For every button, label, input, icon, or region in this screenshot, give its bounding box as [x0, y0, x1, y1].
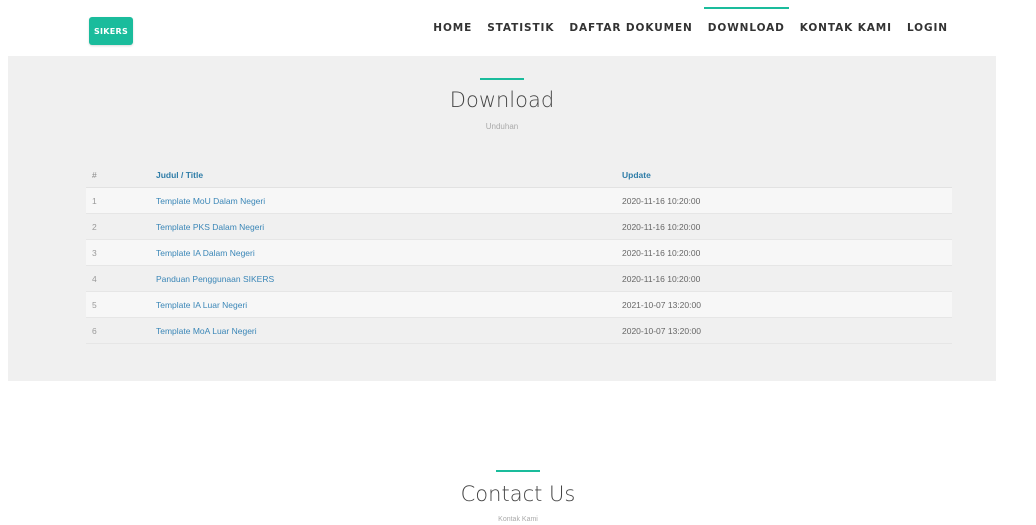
row-number: 1	[92, 195, 97, 206]
row-number: 3	[92, 247, 97, 258]
nav-item-kontak-kami[interactable]: KONTAK KAMI	[800, 0, 892, 56]
nav-item-home[interactable]: HOME	[433, 0, 472, 56]
row-title: Panduan Penggunaan SIKERS	[156, 274, 622, 284]
row-update: 2020-11-16 10:20:00	[622, 195, 701, 206]
table-row: 6 Template MoA Luar Negeri 2020-10-07 13…	[86, 318, 952, 344]
nav-item-statistik[interactable]: STATISTIK	[487, 0, 554, 56]
table-row: 2 Template PKS Dalam Negeri 2020-11-16 1…	[86, 214, 952, 240]
row-update: 2021-10-07 13:20:00	[622, 299, 701, 310]
table-row: 5 Template IA Luar Negeri 2021-10-07 13:…	[86, 292, 952, 318]
row-title: Template IA Luar Negeri	[156, 300, 622, 310]
nav-item-download[interactable]: DOWNLOAD	[703, 0, 789, 56]
row-number: 5	[92, 299, 97, 310]
row-number: 6	[92, 325, 97, 336]
row-update: 2020-10-07 13:20:00	[622, 325, 701, 336]
row-number: 4	[92, 273, 97, 284]
contact-section: Contact Us Kontak Kami	[0, 381, 1036, 525]
row-title: Template MoA Luar Negeri	[156, 326, 622, 336]
header-title[interactable]: Judul / Title	[156, 170, 622, 180]
document-link[interactable]: Panduan Penggunaan SIKERS	[156, 274, 274, 284]
nav-item-daftar-dokumen[interactable]: DAFTAR DOKUMEN	[569, 0, 692, 56]
contact-subtitle: Kontak Kami	[498, 516, 538, 523]
row-title: Template PKS Dalam Negeri	[156, 222, 622, 232]
table-row: 1 Template MoU Dalam Negeri 2020-11-16 1…	[86, 188, 952, 214]
main-nav: HOME STATISTIK DAFTAR DOKUMEN DOWNLOAD K…	[418, 0, 948, 56]
header-update[interactable]: Update	[622, 170, 952, 180]
download-section: Download Unduhan # Judul / Title Update …	[8, 56, 996, 381]
row-update: 2020-11-16 10:20:00	[622, 247, 701, 258]
sikers-logo[interactable]: SIKERS	[89, 17, 133, 45]
table-body: 1 Template MoU Dalam Negeri 2020-11-16 1…	[86, 188, 952, 344]
document-link[interactable]: Template IA Luar Negeri	[156, 300, 247, 310]
download-table: # Judul / Title Update 1 Template MoU Da…	[86, 163, 952, 344]
navbar: SIKERS HOME STATISTIK DAFTAR DOKUMEN DOW…	[0, 0, 1036, 56]
table-header: # Judul / Title Update	[86, 163, 952, 188]
document-link[interactable]: Template MoU Dalam Negeri	[156, 196, 265, 206]
section-accent-line	[496, 470, 540, 472]
row-number: 2	[92, 221, 97, 232]
document-link[interactable]: Template IA Dalam Negeri	[156, 248, 255, 258]
row-update: 2020-11-16 10:20:00	[622, 273, 701, 284]
document-link[interactable]: Template MoA Luar Negeri	[156, 326, 257, 336]
download-title: Download	[449, 88, 555, 112]
download-subtitle: Unduhan	[485, 122, 519, 131]
section-accent-line	[480, 78, 524, 80]
row-title: Template IA Dalam Negeri	[156, 248, 622, 258]
contact-title: Contact Us	[460, 482, 576, 506]
table-row: 4 Panduan Penggunaan SIKERS 2020-11-16 1…	[86, 266, 952, 292]
document-link[interactable]: Template PKS Dalam Negeri	[156, 222, 264, 232]
nav-item-login[interactable]: LOGIN	[907, 0, 948, 56]
header-number: #	[92, 170, 97, 180]
row-title: Template MoU Dalam Negeri	[156, 196, 622, 206]
table-row: 3 Template IA Dalam Negeri 2020-11-16 10…	[86, 240, 952, 266]
row-update: 2020-11-16 10:20:00	[622, 221, 701, 232]
